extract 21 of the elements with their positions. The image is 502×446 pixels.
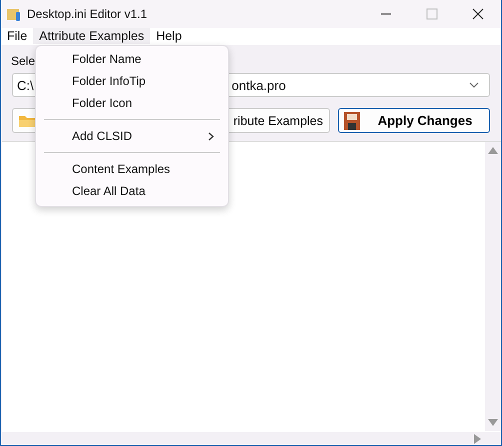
apply-changes-button[interactable]: Apply Changes — [338, 108, 490, 133]
close-icon[interactable] — [472, 8, 484, 20]
horizontal-scrollbar[interactable] — [2, 432, 501, 445]
scroll-down-icon[interactable] — [488, 419, 498, 426]
menu-item[interactable]: File — [1, 28, 34, 44]
scroll-up-icon[interactable] — [488, 147, 498, 154]
folder-label: Sele — [11, 53, 36, 69]
window-title: Desktop.ini Editor v1.1 — [27, 7, 148, 21]
maximize-icon[interactable] — [426, 8, 438, 20]
dropdown-icon — [469, 82, 479, 88]
menu-option[interactable]: Folder InfoTip — [36, 70, 228, 92]
folder-icon — [18, 114, 36, 128]
menu-item[interactable]: Help — [150, 28, 188, 44]
menu-option[interactable]: Add CLSID — [36, 125, 228, 147]
menu-item[interactable]: Attribute Examples — [33, 28, 150, 44]
menu-option[interactable]: Content Examples — [36, 158, 228, 180]
menu-option[interactable]: Folder Name — [36, 48, 228, 70]
scroll-right-icon[interactable] — [474, 434, 481, 444]
menu-option[interactable]: Clear All Data — [36, 180, 228, 202]
app-icon — [6, 6, 22, 22]
vertical-scrollbar[interactable] — [485, 142, 501, 431]
